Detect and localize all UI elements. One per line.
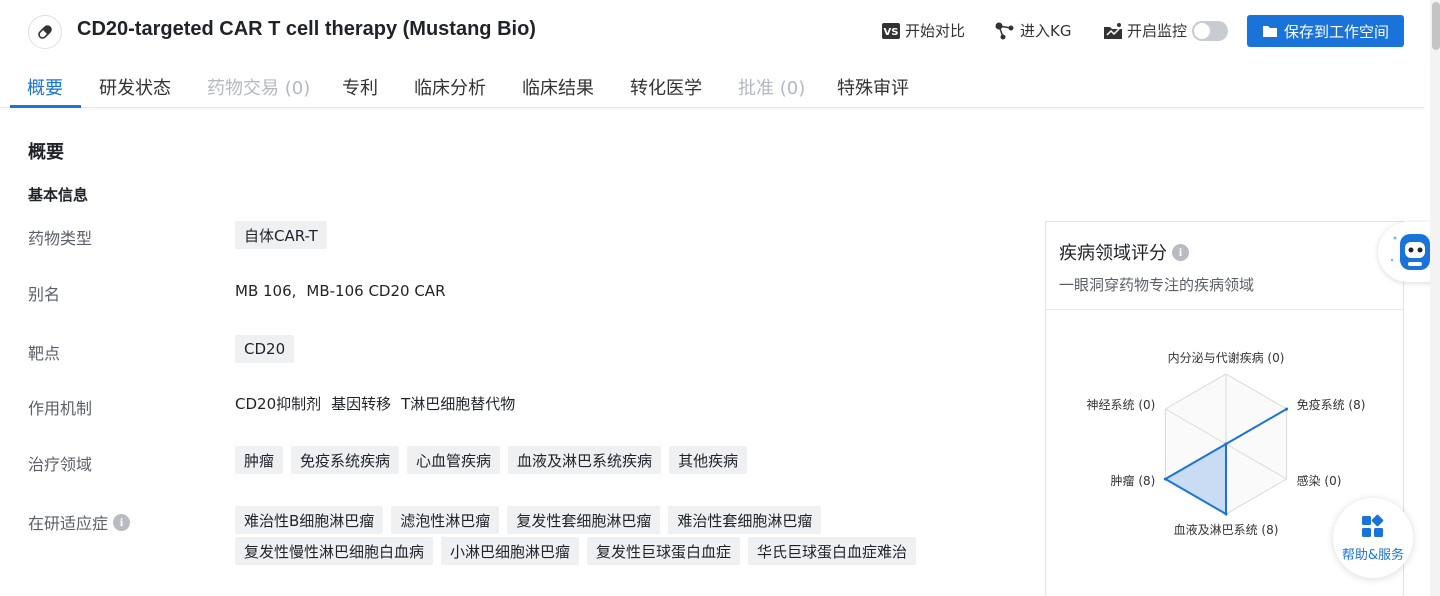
alias-item: MB-106 CD20 CAR (306, 282, 446, 300)
tab-overview[interactable]: 概要 (27, 74, 63, 100)
radar-data-point (1285, 407, 1289, 411)
apps-grid-icon (1362, 514, 1384, 537)
mechanism-item[interactable]: T淋巴细胞替代物 (401, 395, 515, 413)
target-label: 靶点 (28, 344, 61, 363)
panel-title-text: 疾病领域评分 (1059, 243, 1167, 264)
indications-label: 在研适应症 i (28, 510, 131, 534)
help-service-button[interactable]: 帮助&服务 (1333, 498, 1413, 578)
aliases-label: 别名 (28, 285, 61, 304)
radar-axis-label: 神经系统 (0) (1087, 398, 1156, 412)
radar-axis-label: 免疫系统 (8) (1297, 397, 1366, 412)
therapeutic-area-tag[interactable]: 其他疾病 (669, 446, 748, 474)
monitor-label: 开启监控 (1127, 22, 1188, 40)
drug-type-tag[interactable]: 自体CAR-T (235, 221, 327, 249)
mechanism-item[interactable]: 基因转移 (331, 395, 391, 413)
alias-item: MB 106, (235, 282, 297, 300)
indication-tag[interactable]: 复发性套细胞淋巴瘤 (507, 506, 661, 534)
drug-pill-icon (28, 15, 62, 49)
knowledge-graph-icon (994, 21, 1016, 41)
radar-data-point (1163, 477, 1167, 481)
folder-icon (1262, 24, 1278, 38)
monitor-control[interactable]: 开启监控 (1103, 20, 1229, 41)
panel-header: 疾病领域评分 i 一眼洞穿药物专注的疾病领域 (1046, 222, 1403, 310)
page-scrollbar[interactable] (1430, 0, 1440, 596)
compare-button[interactable]: VS 开始对比 (881, 20, 965, 41)
drug-type-label: 药物类型 (28, 229, 93, 248)
tab-patents[interactable]: 专利 (342, 74, 378, 100)
info-icon[interactable]: i (1172, 243, 1189, 261)
radar-axis-label: 内分泌与代谢疾病 (0) (1168, 350, 1285, 365)
radar-axis-label: 感染 (0) (1297, 473, 1342, 488)
info-icon[interactable]: i (113, 513, 131, 531)
section-title: 概要 (28, 142, 64, 163)
compare-label: 开始对比 (905, 22, 966, 40)
indications-tags-row-1: 难治性B细胞淋巴瘤 滤泡性淋巴瘤 复发性套细胞淋巴瘤 难治性套细胞淋巴瘤 (235, 506, 822, 534)
mechanism-label: 作用机制 (28, 399, 93, 418)
enter-kg-label: 进入KG (1020, 22, 1072, 40)
radar-axis-label: 血液及淋巴系统 (8) (1174, 522, 1279, 537)
compare-icon: VS (881, 22, 901, 40)
indication-tag[interactable]: 难治性B细胞淋巴瘤 (235, 506, 384, 534)
radar-axis-label: 肿瘤 (8) (1111, 473, 1156, 488)
target-tags: CD20 (235, 335, 295, 363)
mechanism-value: CD20抑制剂 基因转移 T淋巴细胞替代物 (235, 393, 525, 414)
radar-data-point (1224, 512, 1228, 516)
mechanism-item[interactable]: CD20抑制剂 (235, 395, 321, 413)
drug-type-tags: 自体CAR-T (235, 221, 327, 249)
therapeutic-area-tag[interactable]: 免疫系统疾病 (291, 446, 400, 474)
therapeutic-area-label: 治疗领域 (28, 455, 93, 474)
indication-tag[interactable]: 小淋巴细胞淋巴瘤 (441, 537, 580, 565)
save-to-workspace-button[interactable]: 保存到工作空间 (1247, 15, 1404, 47)
save-label: 保存到工作空间 (1283, 22, 1389, 41)
tab-clinical-results[interactable]: 临床结果 (522, 74, 594, 100)
tab-special-review[interactable]: 特殊审评 (837, 74, 909, 100)
panel-subtitle: 一眼洞穿药物专注的疾病领域 (1059, 276, 1255, 294)
top-bar: CD20-targeted CAR T cell therapy (Mustan… (0, 0, 1440, 62)
page-title: CD20-targeted CAR T cell therapy (Mustan… (77, 18, 536, 40)
therapeutic-area-tag[interactable]: 心血管疾病 (407, 446, 501, 474)
panel-title: 疾病领域评分 i (1059, 239, 1189, 265)
section-subtitle: 基本信息 (28, 186, 89, 204)
aliases-value: MB 106, MB-106 CD20 CAR (235, 282, 456, 300)
indication-tag[interactable]: 滤泡性淋巴瘤 (391, 506, 500, 534)
indication-tag[interactable]: 复发性慢性淋巴细胞白血病 (235, 537, 434, 565)
target-tag[interactable]: CD20 (235, 335, 295, 363)
scrollbar-thumb[interactable] (1432, 2, 1440, 50)
monitor-icon (1103, 22, 1123, 40)
radar-data-point (1224, 442, 1228, 446)
therapeutic-area-tag[interactable]: 血液及淋巴系统疾病 (508, 446, 662, 474)
therapeutic-area-tag[interactable]: 肿瘤 (235, 446, 284, 474)
tab-rd-status[interactable]: 研发状态 (99, 74, 171, 100)
indication-tag[interactable]: 复发性巨球蛋白血症 (587, 537, 741, 565)
indication-tag[interactable]: 难治性套细胞淋巴瘤 (668, 506, 822, 534)
tab-deals[interactable]: 药物交易 (0) (207, 74, 310, 100)
tab-bar: 概要 研发状态 药物交易 (0) 专利 临床分析 临床结果 转化医学 批准 (0… (0, 62, 1424, 108)
tab-clinical-analysis[interactable]: 临床分析 (414, 74, 486, 100)
monitor-toggle[interactable] (1192, 20, 1229, 41)
svg-text:VS: VS (884, 27, 899, 38)
indications-label-text: 在研适应症 (28, 514, 109, 533)
enter-kg-button[interactable]: 进入KG (994, 20, 1071, 41)
help-label: 帮助&服务 (1341, 547, 1405, 563)
therapeutic-area-tags: 肿瘤 免疫系统疾病 心血管疾病 血液及淋巴系统疾病 其他疾病 (235, 446, 748, 474)
indication-tag[interactable]: 华氏巨球蛋白血症难治 (748, 537, 917, 565)
active-tab-indicator (10, 105, 81, 108)
tab-translational-medicine[interactable]: 转化医学 (630, 74, 702, 100)
tab-approvals[interactable]: 批准 (0) (738, 74, 805, 100)
indications-tags-row-2: 复发性慢性淋巴细胞白血病 小淋巴细胞淋巴瘤 复发性巨球蛋白血症 华氏巨球蛋白血症… (235, 537, 917, 565)
